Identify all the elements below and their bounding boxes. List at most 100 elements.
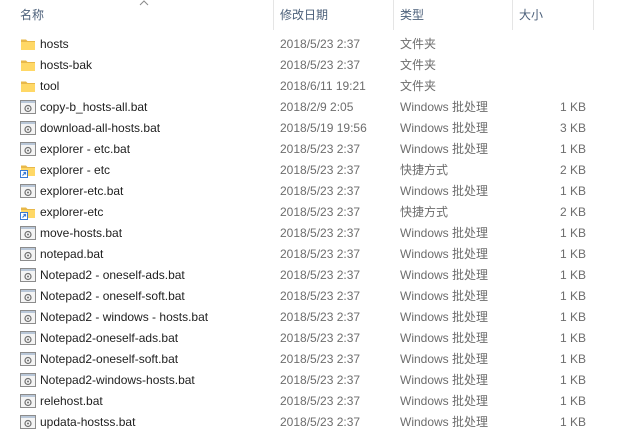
shortcut-icon [20,204,36,220]
file-row[interactable]: Notepad2 - oneself-soft.bat 2018/5/23 2:… [0,286,619,307]
file-name: tool [40,79,60,93]
file-row[interactable]: explorer - etc.bat 2018/5/23 2:37 Window… [0,139,619,160]
file-name: Notepad2 - oneself-soft.bat [40,289,185,303]
batch-file-icon [20,309,36,325]
file-size: 1 KB [559,415,586,429]
file-date-modified: 2018/5/23 2:37 [280,184,361,198]
file-row[interactable]: hosts 2018/5/23 2:37 文件夹 [0,34,619,55]
file-name: move-hosts.bat [40,226,123,240]
file-date-modified: 2018/5/23 2:37 [280,331,361,345]
file-name: notepad.bat [40,247,104,261]
file-type: Windows 批处理 [400,373,489,387]
column-divider[interactable] [393,0,394,30]
file-size: 1 KB [559,394,586,408]
file-size: 1 KB [559,142,586,156]
file-row[interactable]: Notepad2-oneself-ads.bat 2018/5/23 2:37 … [0,328,619,349]
file-date-modified: 2018/5/23 2:37 [280,415,361,429]
file-row[interactable]: copy-b_hosts-all.bat 2018/2/9 2:05 Windo… [0,97,619,118]
file-row[interactable]: notepad.bat 2018/5/23 2:37 Windows 批处理 1… [0,244,619,265]
file-name: hosts-bak [40,58,93,72]
file-date-modified: 2018/5/23 2:37 [280,247,361,261]
column-header-name[interactable]: 名称 [20,0,44,30]
file-row[interactable]: explorer - etc 2018/5/23 2:37 快捷方式 2 KB [0,160,619,181]
file-date-modified: 2018/5/23 2:37 [280,37,361,51]
file-name: Notepad2 - windows - hosts.bat [40,310,209,324]
file-name: explorer-etc [40,205,104,219]
file-size: 1 KB [559,289,586,303]
file-date-modified: 2018/5/23 2:37 [280,58,361,72]
file-type: 文件夹 [400,58,437,72]
file-date-modified: 2018/5/23 2:37 [280,142,361,156]
file-size: 1 KB [559,268,586,282]
file-name: Notepad2-oneself-ads.bat [40,331,179,345]
file-name: Notepad2 - oneself-ads.bat [40,268,185,282]
file-date-modified: 2018/5/23 2:37 [280,394,361,408]
file-type: Windows 批处理 [400,142,489,156]
file-type: 文件夹 [400,79,437,93]
file-list: hosts 2018/5/23 2:37 文件夹 hosts-bak 2018/… [0,34,619,433]
batch-file-icon [20,183,36,199]
batch-file-icon [20,330,36,346]
column-divider[interactable] [593,0,594,30]
file-size: 1 KB [559,247,586,261]
file-date-modified: 2018/5/23 2:37 [280,163,361,177]
file-row[interactable]: download-all-hosts.bat 2018/5/19 19:56 W… [0,118,619,139]
file-type: Windows 批处理 [400,226,489,240]
file-date-modified: 2018/5/23 2:37 [280,226,361,240]
batch-file-icon [20,120,36,136]
file-size: 1 KB [559,184,586,198]
file-row[interactable]: explorer-etc 2018/5/23 2:37 快捷方式 2 KB [0,202,619,223]
file-name: explorer - etc [40,163,111,177]
file-size: 1 KB [559,373,586,387]
batch-file-icon [20,393,36,409]
file-size: 1 KB [559,331,586,345]
file-name: hosts [40,37,69,51]
batch-file-icon [20,141,36,157]
file-type: Windows 批处理 [400,310,489,324]
file-name: copy-b_hosts-all.bat [40,100,148,114]
file-row[interactable]: Notepad2 - windows - hosts.bat 2018/5/23… [0,307,619,328]
file-size: 2 KB [559,163,586,177]
file-type: Windows 批处理 [400,268,489,282]
file-row[interactable]: Notepad2-windows-hosts.bat 2018/5/23 2:3… [0,370,619,391]
file-type: Windows 批处理 [400,394,489,408]
column-header-size[interactable]: 大小 [519,0,543,30]
file-type: 文件夹 [400,37,437,51]
file-size: 1 KB [559,226,586,240]
batch-file-icon [20,99,36,115]
file-size: 2 KB [559,205,586,219]
column-divider[interactable] [512,0,513,30]
batch-file-icon [20,372,36,388]
file-date-modified: 2018/5/23 2:37 [280,268,361,282]
column-divider[interactable] [273,0,274,30]
file-name: Notepad2-windows-hosts.bat [40,373,195,387]
file-name: download-all-hosts.bat [40,121,161,135]
file-type: Windows 批处理 [400,289,489,303]
file-row[interactable]: hosts-bak 2018/5/23 2:37 文件夹 [0,55,619,76]
shortcut-icon [20,162,36,178]
file-name: explorer-etc.bat [40,184,124,198]
file-row[interactable]: relehost.bat 2018/5/23 2:37 Windows 批处理 … [0,391,619,412]
file-type: 快捷方式 [400,205,449,219]
batch-file-icon [20,246,36,262]
folder-icon [20,78,36,94]
file-date-modified: 2018/6/11 19:21 [280,79,366,93]
file-date-modified: 2018/5/23 2:37 [280,310,361,324]
file-name: updata-hostss.bat [40,415,136,429]
file-date-modified: 2018/5/23 2:37 [280,352,361,366]
file-date-modified: 2018/5/23 2:37 [280,373,361,387]
column-header-type[interactable]: 类型 [400,0,424,30]
file-type: Windows 批处理 [400,415,489,429]
column-header-date[interactable]: 修改日期 [280,0,328,30]
file-row[interactable]: explorer-etc.bat 2018/5/23 2:37 Windows … [0,181,619,202]
file-row[interactable]: tool 2018/6/11 19:21 文件夹 [0,76,619,97]
file-row[interactable]: updata-hostss.bat 2018/5/23 2:37 Windows… [0,412,619,433]
file-row[interactable]: Notepad2-oneself-soft.bat 2018/5/23 2:37… [0,349,619,370]
file-row[interactable]: Notepad2 - oneself-ads.bat 2018/5/23 2:3… [0,265,619,286]
file-name: relehost.bat [40,394,103,408]
file-type: Windows 批处理 [400,331,489,345]
file-row[interactable]: move-hosts.bat 2018/5/23 2:37 Windows 批处… [0,223,619,244]
file-type: Windows 批处理 [400,100,489,114]
file-type: Windows 批处理 [400,352,489,366]
sort-ascending-icon[interactable] [139,0,149,6]
